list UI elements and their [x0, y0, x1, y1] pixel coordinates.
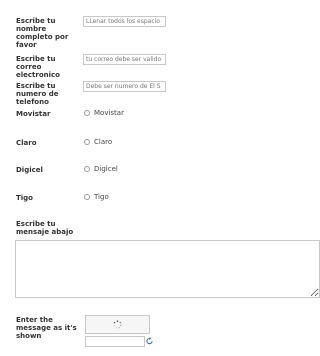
radio-circle[interactable] [84, 109, 90, 116]
captcha-label: Enter the message as it's shown [16, 316, 77, 340]
captcha-input[interactable] [85, 336, 145, 347]
refresh-icon[interactable] [146, 337, 153, 346]
carrier-label-claro: Claro [16, 139, 37, 147]
carrier-label-movistar: Movistar [16, 110, 51, 118]
carrier-label-tigo: Tigo [16, 194, 33, 202]
phone-input[interactable] [83, 81, 166, 92]
radio-circle[interactable] [84, 193, 90, 200]
radio-label[interactable]: Claro [94, 138, 112, 146]
radio-claro[interactable]: Claro [84, 137, 112, 146]
spinner-icon [113, 320, 122, 329]
radio-movistar[interactable]: Movistar [84, 108, 124, 117]
radio-label[interactable]: Digicel [94, 165, 118, 173]
radio-digicel[interactable]: Digicel [84, 164, 118, 173]
phone-label: Escribe tu numero de telefono [16, 82, 59, 106]
radio-label[interactable]: Movistar [94, 109, 124, 117]
captcha-image [85, 315, 150, 334]
email-input[interactable] [83, 54, 166, 65]
radio-tigo[interactable]: Tigo [84, 192, 109, 201]
email-label: Escribe tu correo electronico [16, 55, 60, 79]
message-label: Escribe tu mensaje abajo [16, 220, 74, 236]
name-label: Escribe tu nombre completo por favor [16, 17, 69, 49]
message-textarea[interactable] [15, 240, 320, 298]
name-input[interactable] [83, 16, 166, 27]
carrier-label-digicel: Digicel [16, 166, 43, 174]
radio-circle[interactable] [84, 138, 90, 145]
radio-circle[interactable] [84, 165, 90, 172]
radio-label[interactable]: Tigo [94, 193, 109, 201]
